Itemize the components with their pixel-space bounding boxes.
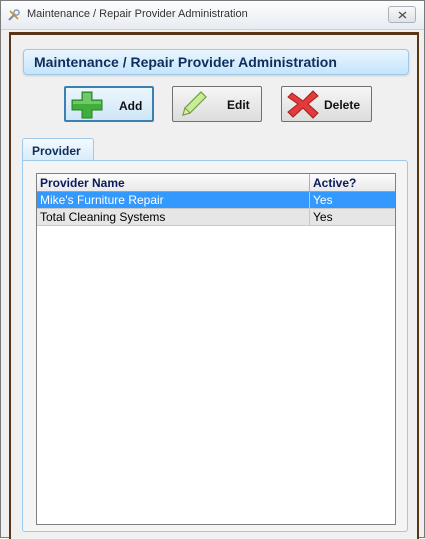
- content-frame: Maintenance / Repair Provider Administra…: [9, 32, 419, 539]
- tools-icon: [8, 9, 20, 21]
- provider-panel: Provider Name Active? Mike's Furniture R…: [22, 160, 408, 532]
- delete-button-label: Delete: [324, 98, 361, 112]
- title-bar[interactable]: Maintenance / Repair Provider Administra…: [1, 1, 424, 30]
- active-cell: Yes: [313, 210, 333, 224]
- provider-name-cell: Mike's Furniture Repair: [37, 192, 310, 208]
- delete-button[interactable]: Delete: [281, 86, 372, 122]
- plus-icon: [71, 91, 103, 119]
- active-cell: Yes: [313, 193, 333, 207]
- window: Maintenance / Repair Provider Administra…: [0, 0, 425, 539]
- close-icon: [398, 11, 407, 19]
- add-button-label: Add: [119, 99, 143, 113]
- edit-button-label: Edit: [227, 98, 250, 112]
- window-title: Maintenance / Repair Provider Administra…: [27, 8, 248, 20]
- table-row[interactable]: Total Cleaning Systems Yes: [37, 209, 395, 226]
- tab-provider-label: Provider: [32, 144, 81, 158]
- add-button[interactable]: Add: [64, 86, 154, 122]
- grid-header: Provider Name Active?: [37, 174, 395, 192]
- tab-provider[interactable]: Provider: [22, 138, 94, 160]
- page-title: Maintenance / Repair Provider Administra…: [34, 54, 337, 70]
- pencil-icon: [182, 91, 207, 116]
- page-header: Maintenance / Repair Provider Administra…: [23, 49, 409, 75]
- close-button[interactable]: [388, 6, 416, 23]
- edit-button[interactable]: Edit: [172, 86, 262, 122]
- provider-grid[interactable]: Provider Name Active? Mike's Furniture R…: [36, 173, 396, 525]
- column-header-active[interactable]: Active?: [310, 174, 395, 191]
- x-icon: [287, 90, 319, 119]
- table-row[interactable]: Mike's Furniture Repair Yes: [37, 192, 395, 209]
- provider-name-cell: Total Cleaning Systems: [37, 209, 310, 225]
- column-header-provider-name[interactable]: Provider Name: [37, 174, 310, 191]
